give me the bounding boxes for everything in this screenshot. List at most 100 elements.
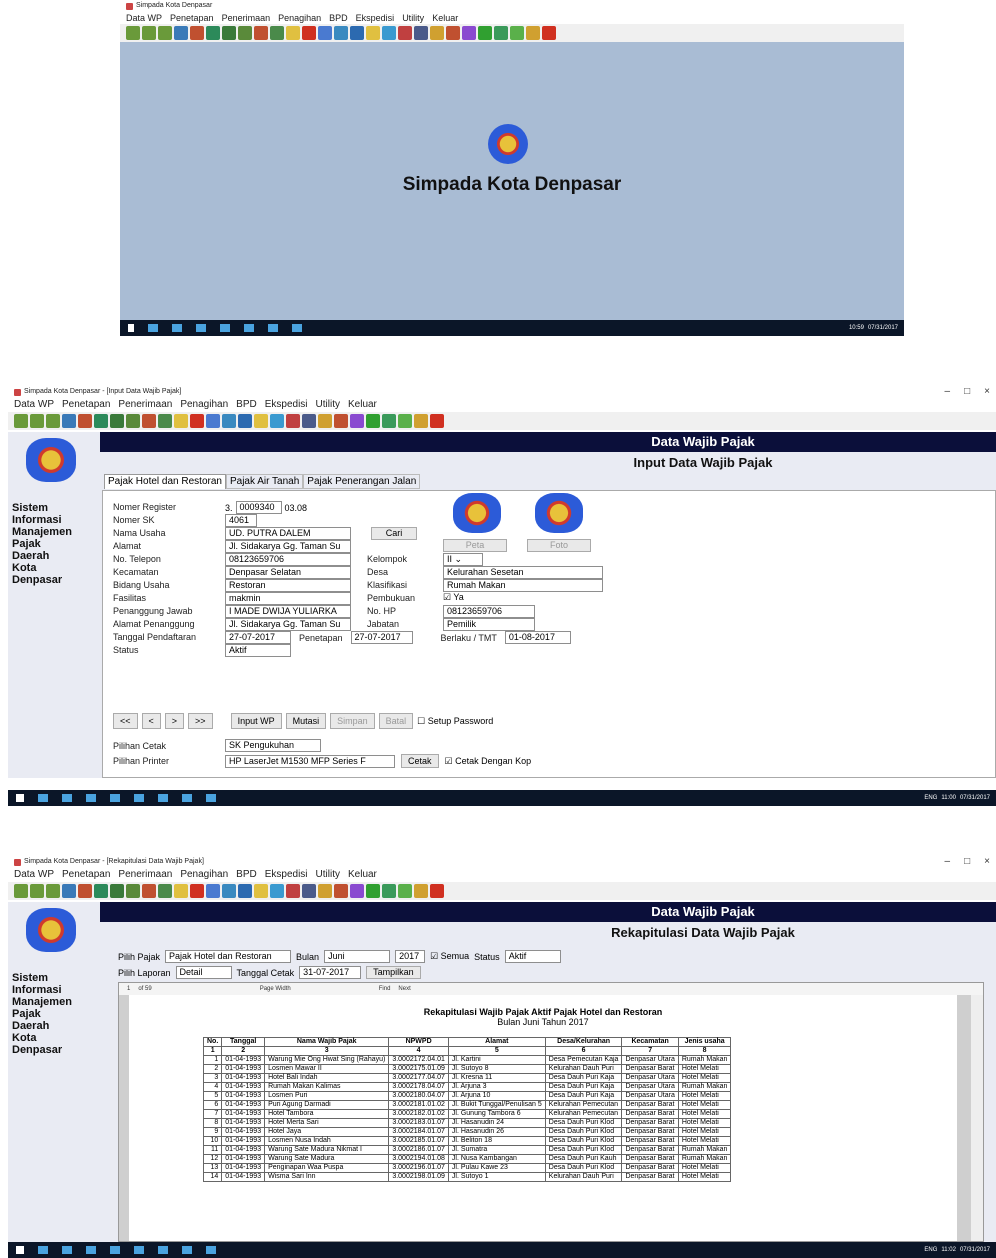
- menu-bpd[interactable]: BPD: [236, 868, 257, 882]
- toolbar-icon[interactable]: [382, 884, 396, 898]
- menu-penerimaan[interactable]: Penerimaan: [118, 398, 172, 412]
- taskbar-app-icon[interactable]: [206, 794, 216, 802]
- tanggal-pendaftaran-input[interactable]: 27-07-2017: [225, 631, 291, 644]
- menu-penetapan[interactable]: Penetapan: [62, 398, 110, 412]
- toolbar-icon[interactable]: [366, 884, 380, 898]
- menu-keluar[interactable]: Keluar: [348, 868, 377, 882]
- toolbar-icon[interactable]: [350, 414, 364, 428]
- toolbar-icon[interactable]: [542, 26, 556, 40]
- setup-password-checkbox[interactable]: ☐ Setup Password: [417, 716, 493, 727]
- windows-start-icon[interactable]: [128, 324, 134, 332]
- toolbar-icon[interactable]: [206, 884, 220, 898]
- taskbar-app-icon[interactable]: [62, 794, 72, 802]
- menu-penetapan[interactable]: Penetapan: [170, 12, 214, 24]
- penetapan-input[interactable]: 27-07-2017: [350, 631, 413, 644]
- toolbar-icon[interactable]: [30, 414, 44, 428]
- pembukuan-checkbox[interactable]: ☑ Ya: [443, 592, 603, 605]
- batal-button[interactable]: Batal: [378, 713, 414, 729]
- toolbar-icon[interactable]: [142, 414, 156, 428]
- menu-penetapan[interactable]: Penetapan: [62, 868, 110, 882]
- kecamatan-input[interactable]: Denpasar Selatan: [225, 566, 351, 579]
- tab-hotel-restoran[interactable]: Pajak Hotel dan Restoran: [104, 474, 226, 489]
- bidang-usaha-input[interactable]: Restoran: [225, 579, 351, 592]
- cetak-button[interactable]: Cetak: [401, 754, 439, 768]
- menu-ekspedisi[interactable]: Ekspedisi: [265, 398, 308, 412]
- tanggal-cetak-input[interactable]: 31-07-2017: [299, 966, 362, 979]
- toolbar-icon[interactable]: [382, 26, 396, 40]
- tab-penerangan-jalan[interactable]: Pajak Penerangan Jalan: [303, 474, 421, 489]
- taskbar-app-icon[interactable]: [158, 794, 168, 802]
- taskbar-app-icon[interactable]: [172, 324, 182, 332]
- taskbar-app-icon[interactable]: [86, 794, 96, 802]
- toolbar-icon[interactable]: [366, 26, 380, 40]
- toolbar-icon[interactable]: [222, 26, 236, 40]
- taskbar-app-icon[interactable]: [110, 794, 120, 802]
- taskbar-app-icon[interactable]: [148, 324, 158, 332]
- bulan-select[interactable]: Juni: [324, 950, 391, 963]
- close-icon[interactable]: ×: [984, 386, 990, 397]
- toolbar-icon[interactable]: [142, 26, 156, 40]
- menu-ekspedisi[interactable]: Ekspedisi: [265, 868, 308, 882]
- next-link[interactable]: Next: [398, 986, 410, 992]
- toolbar-icon[interactable]: [398, 414, 412, 428]
- taskbar-app-icon[interactable]: [196, 324, 206, 332]
- toolbar-icon[interactable]: [430, 414, 444, 428]
- tahun-input[interactable]: 2017: [395, 950, 426, 963]
- toolbar-icon[interactable]: [222, 414, 236, 428]
- toolbar-icon[interactable]: [190, 26, 204, 40]
- toolbar-icon[interactable]: [254, 414, 268, 428]
- taskbar-app-icon[interactable]: [86, 1246, 96, 1254]
- toolbar-icon[interactable]: [110, 414, 124, 428]
- toolbar-icon[interactable]: [334, 26, 348, 40]
- toolbar-icon[interactable]: [318, 26, 332, 40]
- next-button[interactable]: >: [164, 713, 185, 729]
- taskbar-app-icon[interactable]: [38, 1246, 48, 1254]
- toolbar-icon[interactable]: [318, 414, 332, 428]
- toolbar-icon[interactable]: [302, 26, 316, 40]
- toolbar-icon[interactable]: [78, 884, 92, 898]
- nama-usaha-input[interactable]: UD. PUTRA DALEM: [225, 527, 351, 540]
- toolbar-icon[interactable]: [494, 26, 508, 40]
- taskbar-app-icon[interactable]: [220, 324, 230, 332]
- taskbar-app-icon[interactable]: [268, 324, 278, 332]
- toolbar-icon[interactable]: [286, 884, 300, 898]
- menu-penagihan[interactable]: Penagihan: [278, 12, 321, 24]
- maximize-icon[interactable]: □: [964, 386, 970, 397]
- menu-bpd[interactable]: BPD: [329, 12, 348, 24]
- toolbar-icon[interactable]: [14, 884, 28, 898]
- toolbar-icon[interactable]: [446, 26, 460, 40]
- toolbar-icon[interactable]: [478, 26, 492, 40]
- toolbar-icon[interactable]: [366, 414, 380, 428]
- toolbar-icon[interactable]: [62, 414, 76, 428]
- menu-data-wp[interactable]: Data WP: [126, 12, 162, 24]
- toolbar-icon[interactable]: [414, 414, 428, 428]
- no-telepon-input[interactable]: 08123659706: [225, 553, 351, 566]
- taskbar-app-icon[interactable]: [134, 1246, 144, 1254]
- toolbar-icon[interactable]: [30, 884, 44, 898]
- taskbar-app-icon[interactable]: [134, 794, 144, 802]
- input-wp-button[interactable]: Input WP: [230, 713, 282, 729]
- toolbar-icon[interactable]: [350, 884, 364, 898]
- menu-utility[interactable]: Utility: [316, 868, 340, 882]
- menu-data-wp[interactable]: Data WP: [14, 398, 54, 412]
- windows-start-icon[interactable]: [16, 1246, 24, 1254]
- toolbar-icon[interactable]: [254, 26, 268, 40]
- kelompok-select[interactable]: II ⌄: [443, 553, 483, 566]
- toolbar-icon[interactable]: [238, 884, 252, 898]
- menu-keluar[interactable]: Keluar: [432, 12, 458, 24]
- desa-input[interactable]: Kelurahan Sesetan: [443, 566, 603, 579]
- toolbar-icon[interactable]: [206, 414, 220, 428]
- menu-utility[interactable]: Utility: [316, 398, 340, 412]
- toolbar-icon[interactable]: [302, 884, 316, 898]
- toolbar-icon[interactable]: [526, 26, 540, 40]
- last-button[interactable]: >>: [188, 713, 213, 729]
- toolbar-icon[interactable]: [286, 26, 300, 40]
- cetak-dengan-kop-checkbox[interactable]: ☑ Cetak Dengan Kop: [445, 756, 532, 767]
- toolbar-icon[interactable]: [94, 884, 108, 898]
- toolbar-icon[interactable]: [206, 26, 220, 40]
- toolbar-icon[interactable]: [46, 414, 60, 428]
- menu-penagihan[interactable]: Penagihan: [180, 868, 228, 882]
- toolbar-icon[interactable]: [174, 26, 188, 40]
- tampilkan-button[interactable]: Tampilkan: [366, 966, 421, 979]
- toolbar-icon[interactable]: [46, 884, 60, 898]
